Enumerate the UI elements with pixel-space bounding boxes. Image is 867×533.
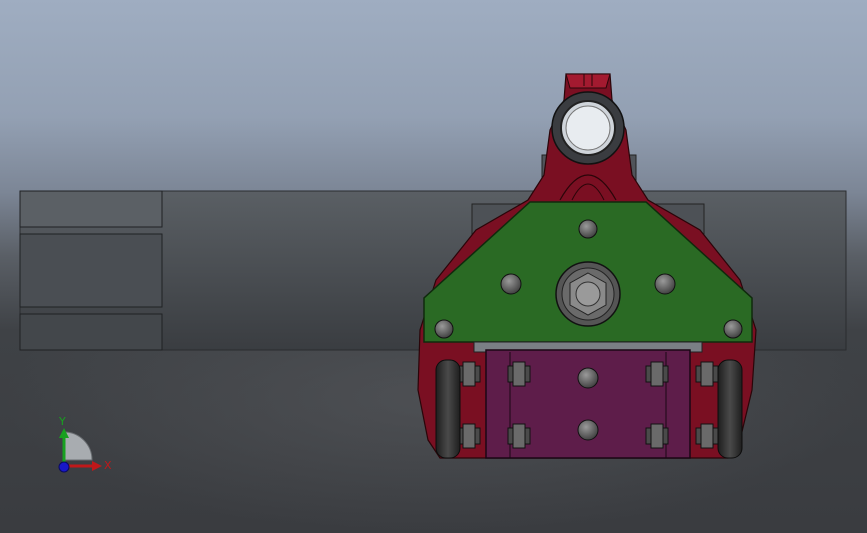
- nut-icon[interactable]: [555, 261, 621, 327]
- model-view[interactable]: Y X: [0, 0, 867, 533]
- lifting-eye[interactable]: [551, 91, 625, 165]
- left-block-stack: [19, 190, 163, 351]
- cad-viewport[interactable]: Y X: [0, 0, 867, 533]
- triad-x-label: X: [104, 459, 112, 472]
- triad-y-label: Y: [58, 415, 66, 428]
- z-axis-dot: [58, 461, 70, 473]
- axis-triad: Y X: [58, 415, 112, 473]
